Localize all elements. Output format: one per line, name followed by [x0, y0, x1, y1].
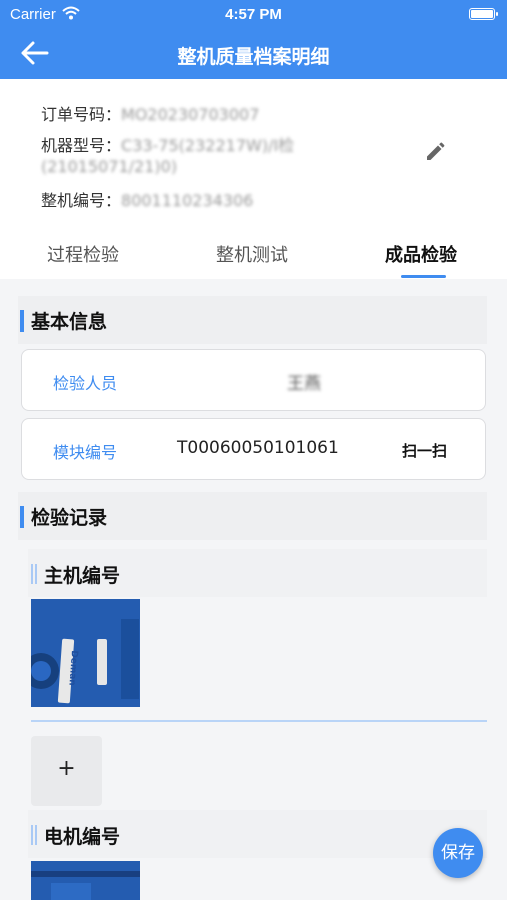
module-card: 模块编号 T00060050101061 扫一扫 — [21, 418, 486, 480]
host-number-title: 主机编号 — [44, 565, 121, 587]
motor-image — [31, 861, 140, 900]
tab-final-inspection[interactable]: 成品检验 — [385, 241, 457, 267]
clock: 4:57 PM — [225, 6, 282, 23]
order-number-label: 订单号码： — [41, 105, 122, 124]
order-info-panel: 订单号码：MO20230703007 机器型号：C33-75(232217W)/… — [0, 79, 507, 227]
serial-number-value: 8001110234306 — [121, 191, 254, 210]
tab-process-inspection[interactable]: 过程检验 — [47, 241, 119, 267]
host-nameplate-photo[interactable]: Deman — [31, 599, 140, 707]
section-accent-bar — [20, 506, 24, 528]
machine-model-row: 机器型号：C33-75(232217W)/I检 — [41, 132, 294, 156]
plus-icon: + — [57, 756, 76, 781]
motor-nameplate-photo[interactable] — [31, 861, 140, 900]
machine-model-value-2: (21015071/21)0) — [41, 157, 178, 176]
machine-model-row-2: (21015071/21)0) — [41, 157, 177, 176]
inspection-record-title: 检验记录 — [31, 507, 108, 529]
motor-number-subheader: 电机编号 — [28, 810, 487, 858]
inspector-card: 检验人员 王燕 — [21, 349, 486, 411]
inspector-label: 检验人员 — [53, 374, 118, 393]
machine-model-value: C33-75(232217W)/I检 — [121, 136, 295, 155]
inspector-value: 王燕 — [287, 374, 321, 394]
photo-divider — [31, 720, 487, 722]
host-number-subheader: 主机编号 — [28, 549, 487, 597]
content-area[interactable]: 基本信息 检验人员 王燕 模块编号 T00060050101061 扫一扫 检验… — [0, 279, 507, 900]
machine-model-label: 机器型号： — [41, 136, 122, 155]
serial-number-row: 整机编号：8001110234306 — [41, 187, 253, 211]
order-number-value: MO20230703007 — [121, 105, 260, 124]
nameplate-image — [31, 599, 140, 707]
status-bar: Carrier 4:57 PM — [0, 0, 507, 30]
top-bar: Carrier 4:57 PM 整机质量档案明细 — [0, 0, 507, 79]
add-photo-button[interactable]: + — [31, 736, 102, 806]
module-number-label: 模块编号 — [53, 443, 118, 462]
subheader-accent — [31, 564, 37, 584]
active-tab-indicator — [401, 275, 446, 278]
motor-number-title: 电机编号 — [44, 826, 121, 848]
battery-icon — [469, 8, 498, 20]
scan-button[interactable]: 扫一扫 — [402, 440, 447, 461]
module-number-value: T00060050101061 — [177, 438, 339, 458]
basic-info-header: 基本信息 — [18, 296, 487, 344]
page-title: 整机质量档案明细 — [177, 46, 330, 68]
tab-bar: 过程检验 整机测试 成品检验 — [0, 227, 507, 279]
inspection-record-header: 检验记录 — [18, 492, 487, 540]
section-accent-bar — [20, 310, 24, 332]
serial-number-label: 整机编号： — [41, 191, 122, 210]
tab-machine-test[interactable]: 整机测试 — [216, 241, 288, 267]
save-button[interactable]: 保存 — [433, 828, 483, 878]
edit-pencil-icon[interactable] — [424, 141, 446, 163]
basic-info-title: 基本信息 — [31, 311, 108, 333]
subheader-accent — [31, 825, 37, 845]
order-number-row: 订单号码：MO20230703007 — [41, 101, 259, 125]
